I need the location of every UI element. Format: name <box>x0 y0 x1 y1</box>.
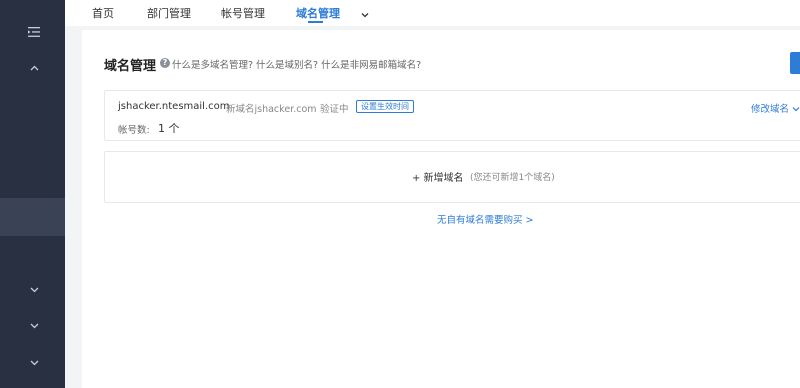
tab-department[interactable]: 部门管理 <box>147 5 191 21</box>
question-circle-icon[interactable]: ? <box>160 58 170 68</box>
active-tab-indicator <box>308 21 323 23</box>
chevron-down-icon[interactable] <box>26 282 42 298</box>
chevron-down-icon[interactable] <box>26 318 42 334</box>
chevron-up-icon[interactable] <box>26 60 42 76</box>
add-domain-label[interactable]: + 新增域名 <box>412 169 464 184</box>
help-links[interactable]: 什么是多域名管理? 什么是域别名? 什么是非网易邮箱域名? <box>172 57 421 71</box>
chevron-down-icon <box>792 107 800 112</box>
page-title: 域名管理 <box>104 59 157 74</box>
domain-name: jshacker.ntesmail.com <box>118 101 230 112</box>
domain-card: jshacker.ntesmail.com 新域名jshacker.com 验证… <box>104 90 800 141</box>
edit-domain-label: 修改域名 <box>751 104 790 115</box>
status-text: 验证中 <box>320 104 349 115</box>
add-domain-card[interactable]: + 新增域名 (您还可新增1个域名) <box>104 151 800 203</box>
buy-domain-link[interactable]: 无自有域名需要购买 > <box>437 212 533 226</box>
edit-domain-link[interactable]: 修改域名 <box>751 101 800 115</box>
chevron-down-icon[interactable] <box>26 355 42 371</box>
set-effective-time-button[interactable]: 设置生效时间 <box>356 100 414 113</box>
tab-home[interactable]: 首页 <box>92 5 114 21</box>
account-count-value: 1 个 <box>158 122 180 135</box>
chevron-down-icon[interactable] <box>359 6 371 18</box>
menu-collapse-icon[interactable] <box>26 24 42 40</box>
tab-account[interactable]: 帐号管理 <box>221 5 265 21</box>
sidebar <box>0 0 65 388</box>
account-count-label: 帐号数: <box>118 125 150 136</box>
main-content: 域名管理 ? 什么是多域名管理? 什么是域别名? 什么是非网易邮箱域名? jsh… <box>82 30 800 388</box>
add-domain-hint: (您还可新增1个域名) <box>470 173 555 183</box>
primary-action-button[interactable] <box>790 52 800 74</box>
sidebar-active-item[interactable] <box>0 198 65 236</box>
tab-domain[interactable]: 域名管理 <box>296 5 340 21</box>
top-nav: 首页 部门管理 帐号管理 域名管理 <box>65 0 800 26</box>
new-domain: 新域名jshacker.com <box>226 104 317 115</box>
